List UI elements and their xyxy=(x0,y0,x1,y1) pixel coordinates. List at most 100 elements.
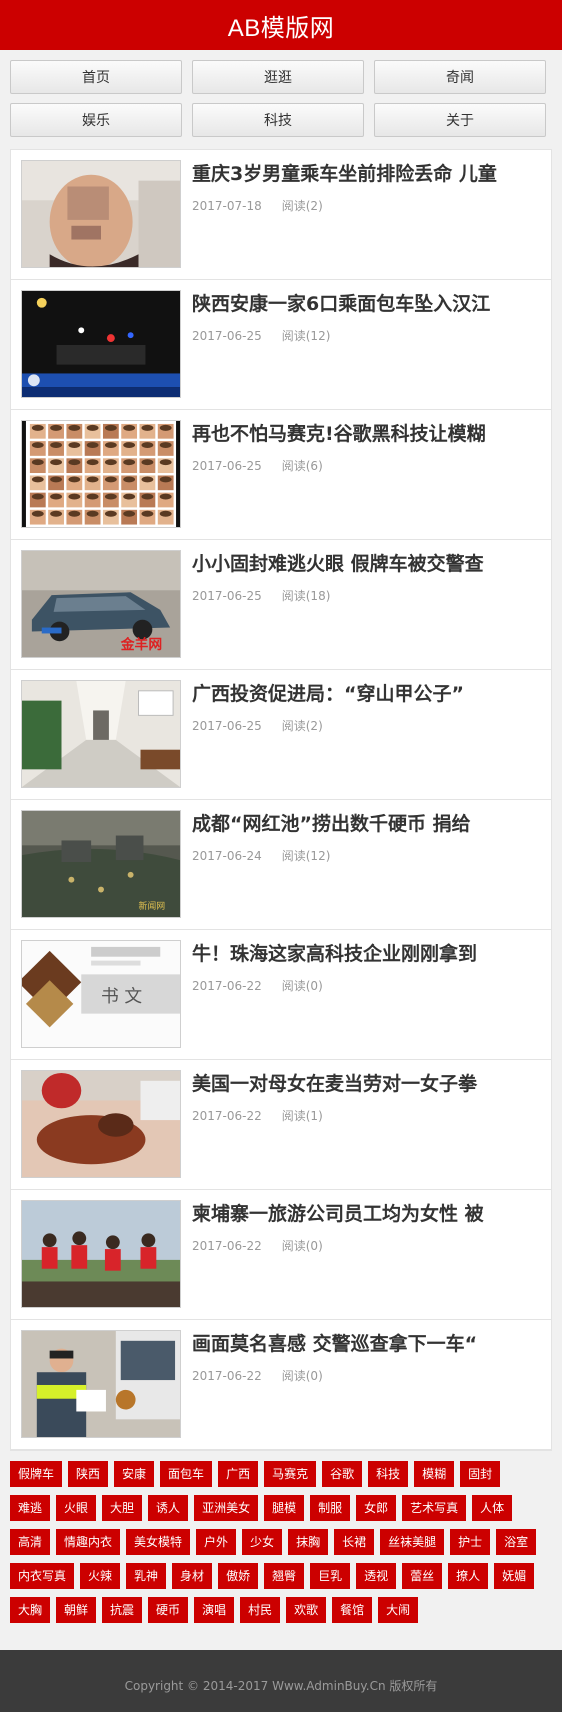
article-thumbnail[interactable]: 金羊网 xyxy=(21,550,181,658)
tag-link[interactable]: 餐馆 xyxy=(332,1597,373,1623)
nav-oddities[interactable]: 奇闻 xyxy=(374,60,546,94)
tag-link[interactable]: 大胸 xyxy=(10,1597,51,1623)
tag-link[interactable]: 女郎 xyxy=(356,1495,397,1521)
tag-link[interactable]: 傲娇 xyxy=(218,1563,259,1589)
article-meta: 2017-06-25 阅读(6) xyxy=(192,457,541,474)
article-info: 画面莫名喜感 交警巡查拿下一车“ 2017-06-22 阅读(0) xyxy=(181,1330,541,1439)
tag-link[interactable]: 村民 xyxy=(240,1597,281,1623)
article-title[interactable]: 再也不怕马赛克!谷歌黑科技让模糊 xyxy=(192,422,541,446)
article-item[interactable]: 再也不怕马赛克!谷歌黑科技让模糊 2017-06-25 阅读(6) xyxy=(11,410,551,540)
article-thumbnail[interactable] xyxy=(21,680,181,788)
site-header: AB模版网 xyxy=(0,0,562,50)
article-item[interactable]: 柬埔寨一旅游公司员工均为女性 被 2017-06-22 阅读(0) xyxy=(11,1190,551,1320)
article-thumbnail[interactable] xyxy=(21,420,181,528)
tag-link[interactable]: 人体 xyxy=(472,1495,513,1521)
tag-link[interactable]: 美女模特 xyxy=(126,1529,191,1555)
tag-link[interactable]: 浴室 xyxy=(496,1529,537,1555)
article-meta: 2017-06-25 阅读(12) xyxy=(192,327,541,344)
article-meta: 2017-07-18 阅读(2) xyxy=(192,197,541,214)
article-title[interactable]: 重庆3岁男童乘车坐前排险丢命 儿童 xyxy=(192,162,541,186)
tag-link[interactable]: 科技 xyxy=(368,1461,409,1487)
site-footer: Copyright © 2014-2017 Www.AdminBuy.Cn 版权… xyxy=(0,1650,562,1712)
tag-link[interactable]: 模糊 xyxy=(414,1461,455,1487)
tag-link[interactable]: 身材 xyxy=(172,1563,213,1589)
tag-link[interactable]: 透视 xyxy=(356,1563,397,1589)
article-title[interactable]: 小小固封难逃火眼 假牌车被交警查 xyxy=(192,552,541,576)
article-title[interactable]: 陕西安康一家6口乘面包车坠入汉江 xyxy=(192,292,541,316)
article-reads: 阅读(0) xyxy=(281,1369,323,1383)
article-item[interactable]: 美国一对母女在麦当劳对一女子拳 2017-06-22 阅读(1) xyxy=(11,1060,551,1190)
article-title[interactable]: 广西投资促进局：“穿山甲公子” xyxy=(192,682,541,706)
article-item[interactable]: 陕西安康一家6口乘面包车坠入汉江 2017-06-25 阅读(12) xyxy=(11,280,551,410)
tag-link[interactable]: 艺术写真 xyxy=(402,1495,467,1521)
tag-link[interactable]: 硬币 xyxy=(148,1597,189,1623)
tag-link[interactable]: 情趣内衣 xyxy=(56,1529,121,1555)
tag-link[interactable]: 难逃 xyxy=(10,1495,51,1521)
nav-tech[interactable]: 科技 xyxy=(192,103,364,137)
tag-link[interactable]: 火眼 xyxy=(56,1495,97,1521)
article-title[interactable]: 牛！珠海这家高科技企业刚刚拿到 xyxy=(192,942,541,966)
tag-cloud: 假牌车 陕西 安康 面包车 广西 马赛克 谷歌 科技 模糊 固封难逃 火眼 大胆 诱人 亚洲美女 腿模 制服女… xyxy=(0,1451,562,1639)
tag-link[interactable]: 火辣 xyxy=(80,1563,121,1589)
nav-home[interactable]: 首页 xyxy=(10,60,182,94)
tag-link[interactable]: 马赛克 xyxy=(264,1461,317,1487)
tag-link[interactable]: 面包车 xyxy=(160,1461,213,1487)
tag-link[interactable]: 妩媚 xyxy=(494,1563,535,1589)
tag-link[interactable]: 演唱 xyxy=(194,1597,235,1623)
tag-link[interactable]: 诱人 xyxy=(148,1495,189,1521)
article-title[interactable]: 柬埔寨一旅游公司员工均为女性 被 xyxy=(192,1202,541,1226)
article-thumbnail[interactable] xyxy=(21,1330,181,1438)
tag-link[interactable]: 广西 xyxy=(218,1461,259,1487)
tag-link[interactable]: 陕西 xyxy=(68,1461,109,1487)
article-item[interactable]: 金羊网 小小固封难逃火眼 假牌车被交警查 2017-06-25 阅读(18) xyxy=(11,540,551,670)
article-thumbnail[interactable] xyxy=(21,1200,181,1308)
article-date: 2017-06-22 xyxy=(192,1239,262,1253)
tag-link[interactable]: 护士 xyxy=(450,1529,491,1555)
tag-link[interactable]: 制服 xyxy=(310,1495,351,1521)
tag-link[interactable]: 抗震 xyxy=(102,1597,143,1623)
article-thumbnail[interactable] xyxy=(21,290,181,398)
tag-link[interactable]: 大闹 xyxy=(378,1597,419,1623)
article-item[interactable]: 广西投资促进局：“穿山甲公子” 2017-06-25 阅读(2) xyxy=(11,670,551,800)
tag-link[interactable]: 大胆 xyxy=(102,1495,143,1521)
tag-link[interactable]: 朝鲜 xyxy=(56,1597,97,1623)
article-meta: 2017-06-25 阅读(2) xyxy=(192,717,541,734)
article-info: 广西投资促进局：“穿山甲公子” 2017-06-25 阅读(2) xyxy=(181,680,541,789)
tag-link[interactable]: 长裙 xyxy=(334,1529,375,1555)
nav-about[interactable]: 关于 xyxy=(374,103,546,137)
tag-link[interactable]: 谷歌 xyxy=(322,1461,363,1487)
site-title[interactable]: AB模版网 xyxy=(228,8,335,43)
tag-link[interactable]: 少女 xyxy=(242,1529,283,1555)
article-item[interactable]: 重庆3岁男童乘车坐前排险丢命 儿童 2017-07-18 阅读(2) xyxy=(11,150,551,280)
article-meta: 2017-06-22 阅读(1) xyxy=(192,1107,541,1124)
article-thumbnail[interactable]: 书 文 xyxy=(21,940,181,1048)
tag-link[interactable]: 欢歌 xyxy=(286,1597,327,1623)
nav-entertainment[interactable]: 娱乐 xyxy=(10,103,182,137)
tag-link[interactable]: 高清 xyxy=(10,1529,51,1555)
article-title[interactable]: 画面莫名喜感 交警巡查拿下一车“ xyxy=(192,1332,541,1356)
article-item[interactable]: 新闻网 成都“网红池”捞出数千硬币 捐给 2017-06-24 阅读(12) xyxy=(11,800,551,930)
tag-link[interactable]: 假牌车 xyxy=(10,1461,63,1487)
tag-link[interactable]: 固封 xyxy=(460,1461,501,1487)
tag-link[interactable]: 内衣写真 xyxy=(10,1563,75,1589)
article-thumbnail[interactable] xyxy=(21,1070,181,1178)
article-thumbnail[interactable]: 新闻网 xyxy=(21,810,181,918)
article-date: 2017-06-25 xyxy=(192,329,262,343)
tag-link[interactable]: 抹胸 xyxy=(288,1529,329,1555)
tag-link[interactable]: 巨乳 xyxy=(310,1563,351,1589)
tag-link[interactable]: 户外 xyxy=(196,1529,237,1555)
article-title[interactable]: 成都“网红池”捞出数千硬币 捐给 xyxy=(192,812,541,836)
tag-link[interactable]: 腿模 xyxy=(264,1495,305,1521)
article-item[interactable]: 画面莫名喜感 交警巡查拿下一车“ 2017-06-22 阅读(0) xyxy=(11,1320,551,1450)
tag-link[interactable]: 翘臀 xyxy=(264,1563,305,1589)
article-thumbnail[interactable] xyxy=(21,160,181,268)
tag-link[interactable]: 乳神 xyxy=(126,1563,167,1589)
article-item[interactable]: 书 文 牛！珠海这家高科技企业刚刚拿到 2017-06-22 阅读(0) xyxy=(11,930,551,1060)
tag-link[interactable]: 蕾丝 xyxy=(402,1563,443,1589)
article-title[interactable]: 美国一对母女在麦当劳对一女子拳 xyxy=(192,1072,541,1096)
tag-link[interactable]: 亚洲美女 xyxy=(194,1495,259,1521)
tag-link[interactable]: 丝袜美腿 xyxy=(380,1529,445,1555)
nav-browse[interactable]: 逛逛 xyxy=(192,60,364,94)
tag-link[interactable]: 安康 xyxy=(114,1461,155,1487)
tag-link[interactable]: 撩人 xyxy=(448,1563,489,1589)
